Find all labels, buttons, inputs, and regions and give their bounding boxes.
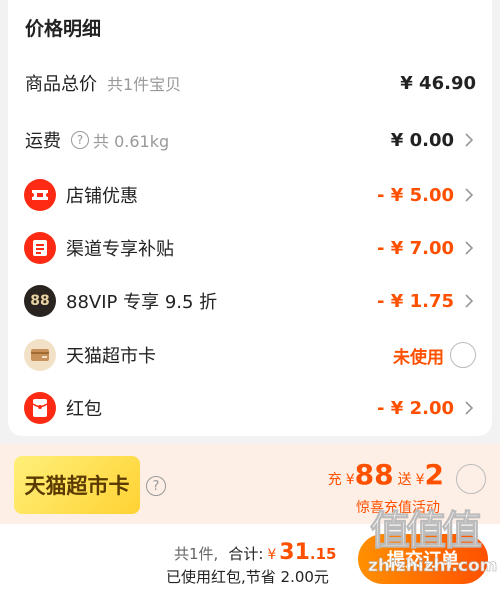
channel-subsidy-value: - ¥ 7.00 (377, 237, 454, 259)
channel-subsidy-row[interactable]: 渠道专享补贴 - ¥ 7.00 (8, 228, 492, 268)
red-packet-row[interactable]: 红包 - ¥ 2.00 (8, 388, 492, 428)
chevron-right-icon[interactable] (460, 239, 478, 257)
vip-discount-value: - ¥ 1.75 (377, 290, 454, 312)
shipping-label: 运费 (25, 131, 61, 152)
shop-discount-label: 店铺优惠 (66, 186, 138, 207)
shop-discount-row[interactable]: 店铺优惠 - ¥ 5.00 (8, 175, 492, 215)
page-title: 价格明细 (25, 18, 102, 40)
checkout-bar: 共1件, 合计: ¥ 31 .15 已使用红包,节省 2.00元 提交订单 (0, 524, 500, 594)
chevron-right-icon[interactable] (460, 131, 478, 149)
shipping-weight: 共 0.61kg (93, 132, 170, 151)
tmall-card-badge: 天猫超市卡 (14, 456, 140, 514)
chevron-right-icon[interactable] (460, 399, 478, 417)
submit-order-button[interactable]: 提交订单 (358, 534, 488, 584)
goods-total-value: ¥ 46.90 (400, 72, 476, 94)
total-label: 合计: (228, 545, 264, 563)
charge-amount: 88 (354, 458, 394, 491)
red-packet-label: 红包 (66, 399, 102, 420)
help-icon[interactable]: ? (71, 131, 89, 149)
card-icon (24, 339, 56, 371)
item-count: 共1件, (174, 545, 219, 563)
promo-activity-text: 惊喜充值活动 (356, 500, 440, 516)
tmall-card-checkbox[interactable] (450, 342, 476, 368)
shop-discount-value: - ¥ 5.00 (377, 184, 454, 206)
savings-text: 已使用红包,节省 2.00元 (166, 568, 329, 586)
red-packet-value: - ¥ 2.00 (377, 397, 454, 419)
gift-word: 送 (397, 472, 412, 488)
total-amount-dec: .15 (309, 545, 337, 563)
subsidy-icon (24, 232, 56, 264)
total-amount-int: 31 (279, 540, 310, 565)
vip-88-icon: 88 (24, 285, 56, 317)
currency-symbol: ¥ (345, 472, 355, 488)
order-total: 共1件, 合计: ¥ 31 .15 (174, 540, 337, 565)
channel-subsidy-label: 渠道专享补贴 (66, 239, 174, 260)
chevron-right-icon[interactable] (460, 292, 478, 310)
tmall-card-label: 天猫超市卡 (66, 346, 156, 367)
currency-symbol: ¥ (267, 547, 277, 563)
goods-total-label: 商品总价 (25, 74, 97, 95)
vip-discount-label: 88VIP 专享 9.5 折 (66, 292, 218, 313)
recharge-offer: 充 ¥ 88 送 ¥ 2 (324, 458, 444, 491)
goods-total-row: 商品总价 共1件宝贝 ¥ 46.90 (8, 63, 492, 103)
tmall-card-status: 未使用 (393, 347, 444, 368)
tmall-card-row[interactable]: 天猫超市卡 未使用 (8, 335, 492, 375)
gift-amount: 2 (424, 458, 444, 491)
help-icon[interactable]: ? (146, 476, 166, 496)
goods-count: 共1件宝贝 (107, 75, 182, 94)
shipping-value: ¥ 0.00 (390, 129, 454, 151)
ticket-icon (24, 179, 56, 211)
red-packet-icon (24, 392, 56, 424)
shipping-row[interactable]: 运费 ? 共 0.61kg ¥ 0.00 (8, 120, 492, 160)
recharge-promo-banner[interactable]: 天猫超市卡 ? 充 ¥ 88 送 ¥ 2 惊喜充值活动 (0, 444, 500, 524)
currency-symbol: ¥ (415, 472, 425, 488)
chevron-right-icon[interactable] (460, 186, 478, 204)
vip-discount-row[interactable]: 88 88VIP 专享 9.5 折 - ¥ 1.75 (8, 281, 492, 321)
price-detail-card: 价格明细 商品总价 共1件宝贝 ¥ 46.90 运费 ? 共 0.61kg ¥ … (8, 0, 492, 436)
promo-checkbox[interactable] (456, 464, 486, 494)
charge-word: 充 (327, 472, 342, 488)
